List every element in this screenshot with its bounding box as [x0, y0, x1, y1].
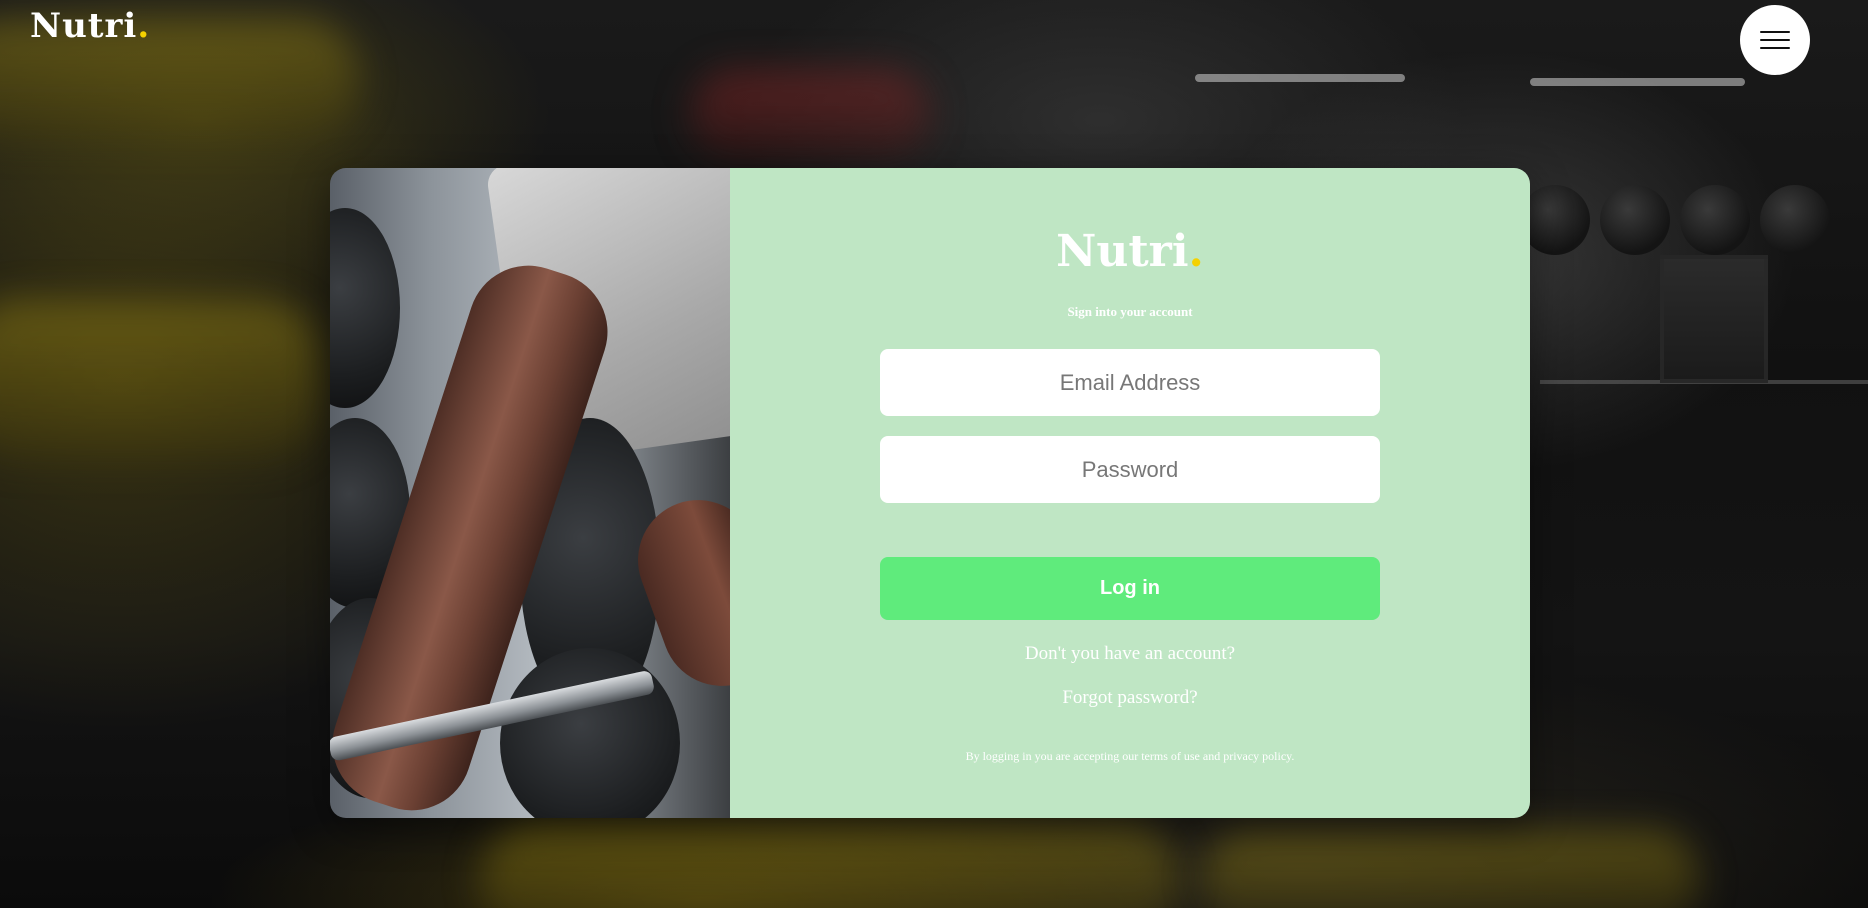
terms-notice: By logging in you are accepting our term… [965, 749, 1295, 763]
email-field[interactable] [880, 349, 1380, 416]
signup-link[interactable]: Don't you have an account? [730, 643, 1530, 665]
exercise-ball [1680, 185, 1750, 255]
card-logo: Nutri. [730, 226, 1530, 277]
ceiling-light [1530, 78, 1745, 86]
menu-button[interactable] [1740, 5, 1810, 75]
forgot-password-link[interactable]: Forgot password? [730, 687, 1530, 709]
gym-photo [330, 168, 730, 818]
hamburger-menu-icon [1760, 31, 1790, 49]
exercise-ball [1760, 185, 1830, 255]
exercise-ball [1600, 185, 1670, 255]
yellow-band [480, 820, 1180, 908]
card-brand-name: Nutri [1056, 226, 1189, 277]
yellow-band [0, 300, 320, 460]
login-form-panel: Nutri. Sign into your account Log in Don… [730, 168, 1530, 818]
page-background: Nutri. Nutri. Sign into your account Log [0, 0, 1868, 908]
brand-name: Nutri [30, 6, 138, 46]
exercise-ball [1520, 185, 1590, 255]
red-band [690, 70, 930, 160]
password-field[interactable] [880, 436, 1380, 503]
ceiling-light [1195, 74, 1405, 82]
sign-in-subtitle: Sign into your account [1067, 304, 1193, 319]
yellow-band [1200, 830, 1700, 908]
wall-poster [1660, 255, 1768, 383]
login-card: Nutri. Sign into your account Log in Don… [330, 168, 1530, 818]
brand-dot: . [137, 6, 151, 46]
header-logo[interactable]: Nutri. [30, 6, 150, 46]
card-brand-dot: . [1188, 226, 1204, 277]
login-button[interactable]: Log in [880, 557, 1380, 620]
